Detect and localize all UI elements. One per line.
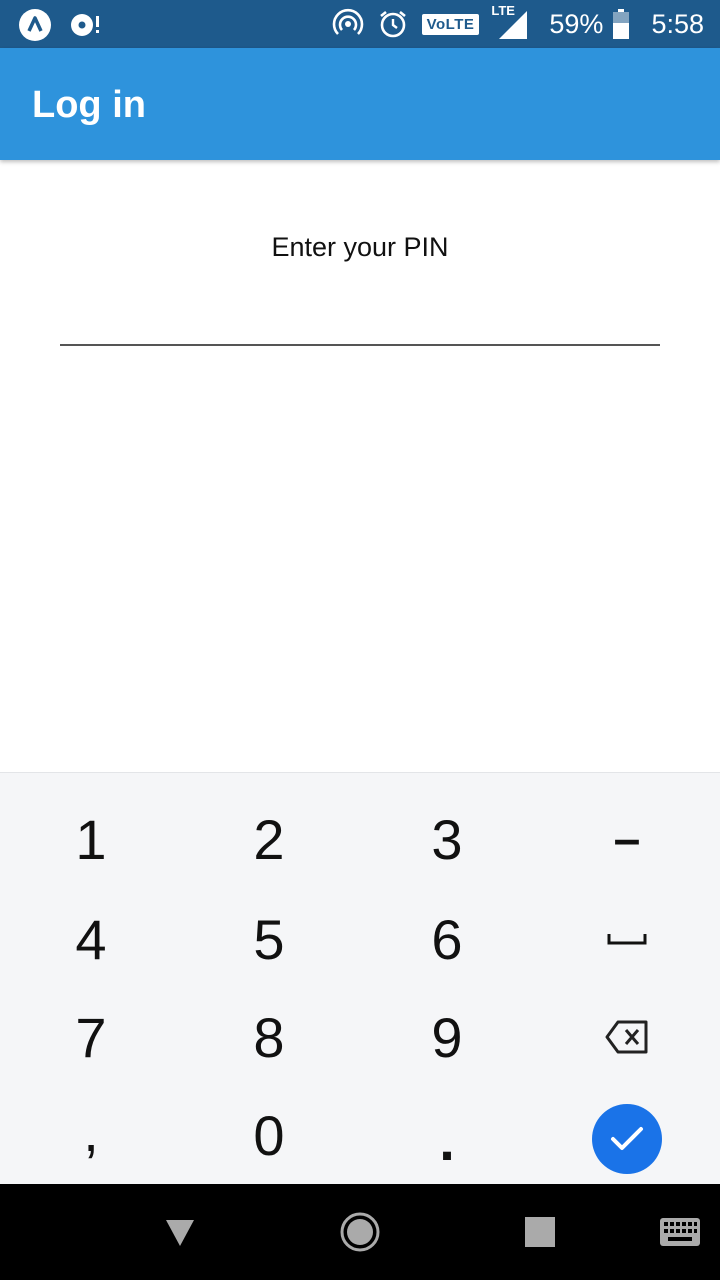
key-1[interactable]: 1 [2,789,180,889]
nav-recents-button[interactable] [490,1184,590,1280]
nav-home-button[interactable] [310,1184,410,1280]
key-5[interactable]: 5 [180,889,358,989]
keyboard-icon [660,1218,700,1246]
status-left [18,8,102,42]
enter-button[interactable] [538,1089,716,1189]
check-icon [609,1125,645,1153]
key-minus[interactable]: – [538,789,716,889]
battery-percent: 59% [549,8,604,39]
key-2[interactable]: 2 [180,789,358,889]
numeric-keypad: 1 2 3 – 4 5 6 7 8 9 , 0 . [0,772,720,1184]
key-period[interactable]: . [358,1085,536,1185]
key-8[interactable]: 8 [180,987,358,1087]
pin-prompt-label: Enter your PIN [271,232,449,262]
enter-circle [592,1104,662,1174]
status-right: VoLTE LTE 59% 5:58 [332,3,704,42]
volte-badge: VoLTE [421,13,480,35]
lte-signal-icon: LTE [491,3,531,41]
key-space[interactable] [538,889,716,989]
app-a-icon [18,8,52,42]
key-0[interactable]: 0 [180,1085,358,1185]
page-title: Log in [32,84,146,126]
key-4[interactable]: 4 [2,889,180,989]
nav-back-button[interactable] [130,1184,230,1280]
key-backspace[interactable] [538,987,716,1087]
backspace-icon [605,1020,649,1054]
status-bar: VoLTE LTE 59% 5:58 [0,0,720,48]
key-6[interactable]: 6 [358,889,536,989]
back-icon [165,1217,195,1247]
disc-alert-icon [68,10,102,40]
key-comma[interactable]: , [2,1085,180,1185]
lte-label: LTE [491,3,515,18]
hotspot-icon [332,8,364,40]
pin-input[interactable] [60,290,660,346]
key-9[interactable]: 9 [358,987,536,1087]
navigation-bar [0,1184,720,1280]
key-3[interactable]: 3 [358,789,536,889]
space-icon [607,932,647,946]
recents-icon [525,1217,555,1247]
home-icon [339,1211,381,1253]
key-7[interactable]: 7 [2,987,180,1087]
minus-symbol: – [613,812,641,866]
alarm-icon [378,9,408,39]
battery-icon [613,9,630,39]
app-bar: Log in [0,48,720,160]
nav-keyboard-button[interactable] [630,1184,720,1280]
clock: 5:58 [651,8,704,39]
